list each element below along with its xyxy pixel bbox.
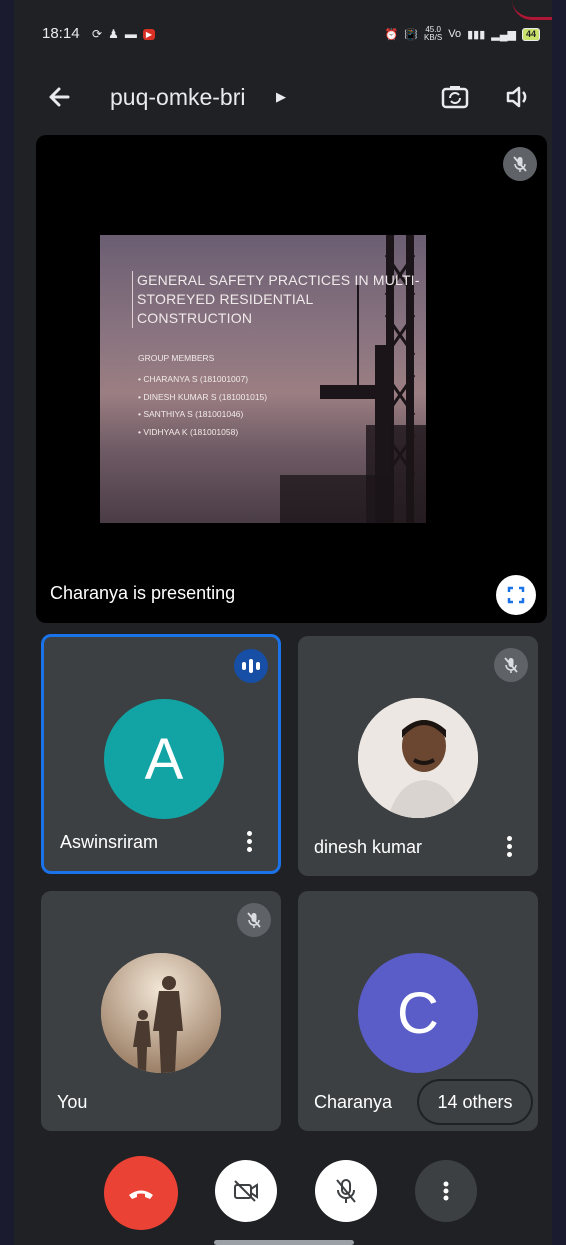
alarm-icon: ⏰ (384, 28, 399, 41)
avatar-photo (358, 698, 478, 818)
signal-4g-icon: ▮▮▮ (467, 28, 486, 41)
status-notification-icons: ⟳ ♟ ▬ ▶ (92, 26, 155, 42)
status-bar: 18:14 ⟳ ♟ ▬ ▶ ⏰ 📳 45.0 KB/S Vo ▮▮▮ ▂▄▆ 44 (14, 18, 552, 52)
presenting-label: Charanya is presenting (50, 583, 236, 603)
sync-icon: ⟳ (92, 27, 103, 41)
meeting-code[interactable]: puq-omke-bri (110, 84, 246, 111)
screen-record-icon: ▶ (142, 28, 155, 40)
net-speed: 45.0 KB/S (424, 26, 442, 42)
mic-off-icon (513, 156, 527, 172)
camera-toggle-button[interactable] (215, 1160, 277, 1222)
slide-member: SANTHIYA S (181001046) (138, 406, 267, 424)
switch-camera-icon (441, 86, 469, 109)
fullscreen-icon (507, 586, 525, 604)
more-options-icon[interactable] (502, 834, 516, 858)
more-options-icon[interactable] (242, 829, 256, 853)
shared-slide: GENERAL SAFETY PRACTICES IN MULTI-STOREY… (100, 235, 426, 523)
participant-name: Charanya (314, 1092, 393, 1112)
avatar-photo (101, 953, 221, 1073)
presentation-tile[interactable]: GENERAL SAFETY PRACTICES IN MULTI-STOREY… (36, 135, 547, 623)
call-controls (14, 1156, 552, 1230)
arrow-back-icon (49, 87, 70, 107)
end-call-button[interactable] (104, 1156, 178, 1230)
slide-member: DINESH KUMAR S (181001015) (138, 389, 267, 407)
mic-off-badge (237, 903, 271, 937)
mic-off-badge (494, 648, 528, 682)
participant-tile-dinesh-kumar[interactable]: dinesh kumar (298, 636, 538, 876)
slide-member-list: CHARANYA S (181001007) DINESH KUMAR S (1… (138, 371, 267, 441)
speaking-indicator-icon (234, 649, 268, 683)
silhouette-photo-icon (101, 953, 221, 1073)
mic-off-icon (336, 1179, 356, 1203)
mic-off-icon (247, 912, 261, 928)
presenter-mic-off-badge (503, 147, 537, 181)
switch-camera-button[interactable] (438, 80, 472, 114)
participant-name: Aswinsriram (60, 832, 159, 852)
others-chip[interactable]: 14 others (419, 1081, 531, 1123)
mic-toggle-button[interactable] (315, 1160, 377, 1222)
decorative-arc (512, 0, 552, 20)
net-speed-unit: KB/S (424, 33, 443, 42)
avatar: C (358, 953, 478, 1073)
more-vert-icon (443, 1181, 449, 1201)
fullscreen-button[interactable] (496, 575, 536, 615)
battery-icon: 44 (521, 27, 540, 41)
participant-name: dinesh kumar (314, 837, 423, 857)
home-indicator[interactable] (214, 1240, 354, 1245)
slide-title: GENERAL SAFETY PRACTICES IN MULTI-STOREY… (132, 271, 426, 328)
person-photo-icon (358, 698, 478, 818)
more-options-button[interactable] (415, 1160, 477, 1222)
meet-screen: 18:14 ⟳ ♟ ▬ ▶ ⏰ 📳 45.0 KB/S Vo ▮▮▮ ▂▄▆ 44… (14, 0, 552, 1245)
avatar-initial: C (397, 980, 439, 1046)
snapchat-icon: ♟ (108, 27, 119, 41)
avatar-initial: A (144, 726, 184, 792)
meeting-header: puq-omke-bri ▶ (14, 72, 552, 122)
participant-tile-you[interactable]: You (41, 891, 281, 1131)
avatar: A (104, 699, 224, 819)
participant-name: You (57, 1092, 88, 1112)
signal-icon: ▂▄▆ (491, 28, 516, 41)
status-system-icons: ⏰ 📳 45.0 KB/S Vo ▮▮▮ ▂▄▆ 44 (385, 26, 540, 42)
volume-icon (506, 86, 527, 108)
vibrate-icon: 📳 (404, 28, 418, 41)
volte-icon: Vo (448, 28, 462, 40)
mic-off-icon (504, 657, 518, 673)
audio-output-button[interactable] (500, 80, 534, 114)
hang-up-icon (129, 1190, 153, 1199)
camera-off-icon (234, 1180, 258, 1202)
app-notification-icon: ▬ (124, 27, 137, 41)
slide-member: VIDHYAA K (181001058) (138, 424, 267, 442)
caret-right-icon[interactable]: ▶ (276, 89, 286, 105)
status-time: 18:14 (42, 25, 80, 42)
slide-group-label: GROUP MEMBERS (138, 353, 215, 363)
slide-member: CHARANYA S (181001007) (138, 371, 267, 389)
back-button[interactable] (42, 80, 76, 114)
participant-tile-aswinsriram[interactable]: A Aswinsriram (41, 634, 281, 874)
